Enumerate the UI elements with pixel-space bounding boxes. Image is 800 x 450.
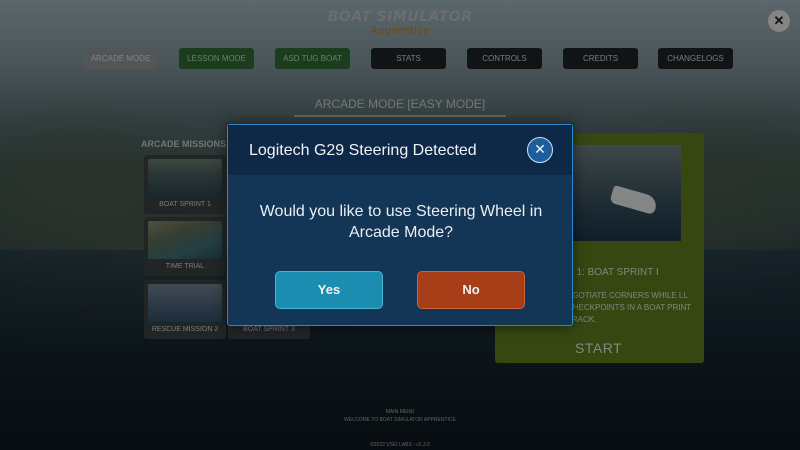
close-icon: ✕ (534, 141, 546, 157)
dialog-message: Would you like to use Steering Wheel in … (259, 203, 543, 241)
no-button[interactable]: No (417, 271, 525, 309)
dialog-title: Logitech G29 Steering Detected (249, 142, 477, 159)
steering-detected-dialog: Logitech G29 Steering Detected ✕ Would y… (227, 124, 573, 326)
dialog-close-button[interactable]: ✕ (527, 137, 553, 163)
yes-button[interactable]: Yes (275, 271, 383, 309)
